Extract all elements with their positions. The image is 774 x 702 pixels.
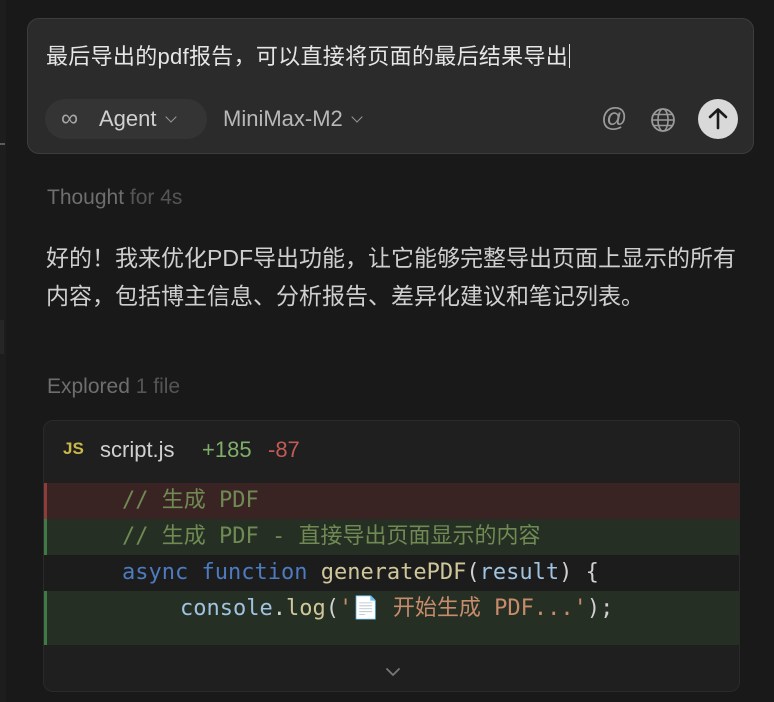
code-keyword: function: [201, 560, 308, 585]
thought-duration: for 4s: [129, 186, 183, 209]
arrow-up-icon: [708, 108, 728, 130]
explored-count: 1 file: [135, 375, 181, 398]
code-punct: );: [586, 596, 614, 621]
explored-label: Explored: [47, 375, 130, 398]
rail-tick: [0, 143, 5, 145]
diff-line-removed: // 生成 PDF: [44, 483, 739, 519]
diff-line-added: // 生成 PDF - 直接导出页面显示的内容: [44, 519, 739, 555]
chat-composer: 最后导出的pdf报告，可以直接将页面的最后结果导出 ∞ Agent MiniMa…: [27, 18, 754, 154]
mention-icon[interactable]: @: [601, 102, 627, 133]
chevron-down-icon: [164, 110, 177, 123]
diff-body: // 生成 PDF // 生成 PDF - 直接导出页面显示的内容 async …: [44, 483, 739, 645]
code-keyword: async: [122, 560, 189, 585]
model-label: MiniMax-M2: [223, 106, 343, 131]
code-comment: // 生成 PDF: [122, 488, 259, 513]
additions-count: +185: [202, 437, 252, 462]
code-punct: ) {: [559, 560, 599, 585]
file-name[interactable]: script.js: [100, 437, 175, 463]
code-function: generatePDF: [320, 560, 467, 585]
infinity-icon: ∞: [61, 105, 79, 132]
code-comment: // 生成 PDF - 直接导出页面显示的内容: [122, 524, 541, 549]
agent-mode-selector[interactable]: ∞ Agent: [45, 99, 207, 139]
prompt-text[interactable]: 最后导出的pdf报告，可以直接将页面的最后结果导出: [46, 44, 568, 69]
explored-indicator[interactable]: Explored 1 file: [47, 375, 180, 399]
code-punct: .: [272, 596, 286, 621]
globe-icon[interactable]: [650, 107, 676, 138]
prompt-input[interactable]: 最后导出的pdf报告，可以直接将页面的最后结果导出: [46, 39, 735, 71]
left-rail: [0, 0, 6, 702]
chevron-down-icon: [351, 110, 363, 123]
diff-line-added: console.log('📄 开始生成 PDF...');: [44, 591, 739, 645]
rail-marker: [0, 320, 4, 354]
model-selector[interactable]: MiniMax-M2: [223, 99, 363, 139]
diff-card: JS script.js +185 -87 // 生成 PDF // 生成 PD…: [43, 420, 740, 692]
code-string: '📄 开始生成 PDF...': [338, 596, 587, 621]
code-param: result: [479, 560, 560, 585]
send-button[interactable]: [698, 99, 738, 139]
diff-line-context: async function generatePDF(result) {: [44, 555, 739, 591]
thought-indicator[interactable]: Thought for 4s: [47, 186, 182, 210]
code-punct: (: [325, 596, 339, 621]
js-file-icon: JS: [63, 439, 84, 458]
diff-header[interactable]: JS script.js +185 -87: [44, 421, 739, 478]
deletions-count: -87: [268, 437, 300, 462]
code-function: log: [285, 596, 326, 621]
expand-chevron-icon[interactable]: [385, 665, 401, 683]
thought-label: Thought: [47, 186, 125, 209]
text-caret: [569, 44, 571, 68]
assistant-message: 好的！我来优化PDF导出功能，让它能够完整导出页面上显示的所有内容，包括博主信息…: [46, 245, 736, 309]
code-object: console: [180, 596, 273, 621]
mode-label: Agent: [99, 106, 157, 131]
code-punct: (: [466, 560, 480, 585]
